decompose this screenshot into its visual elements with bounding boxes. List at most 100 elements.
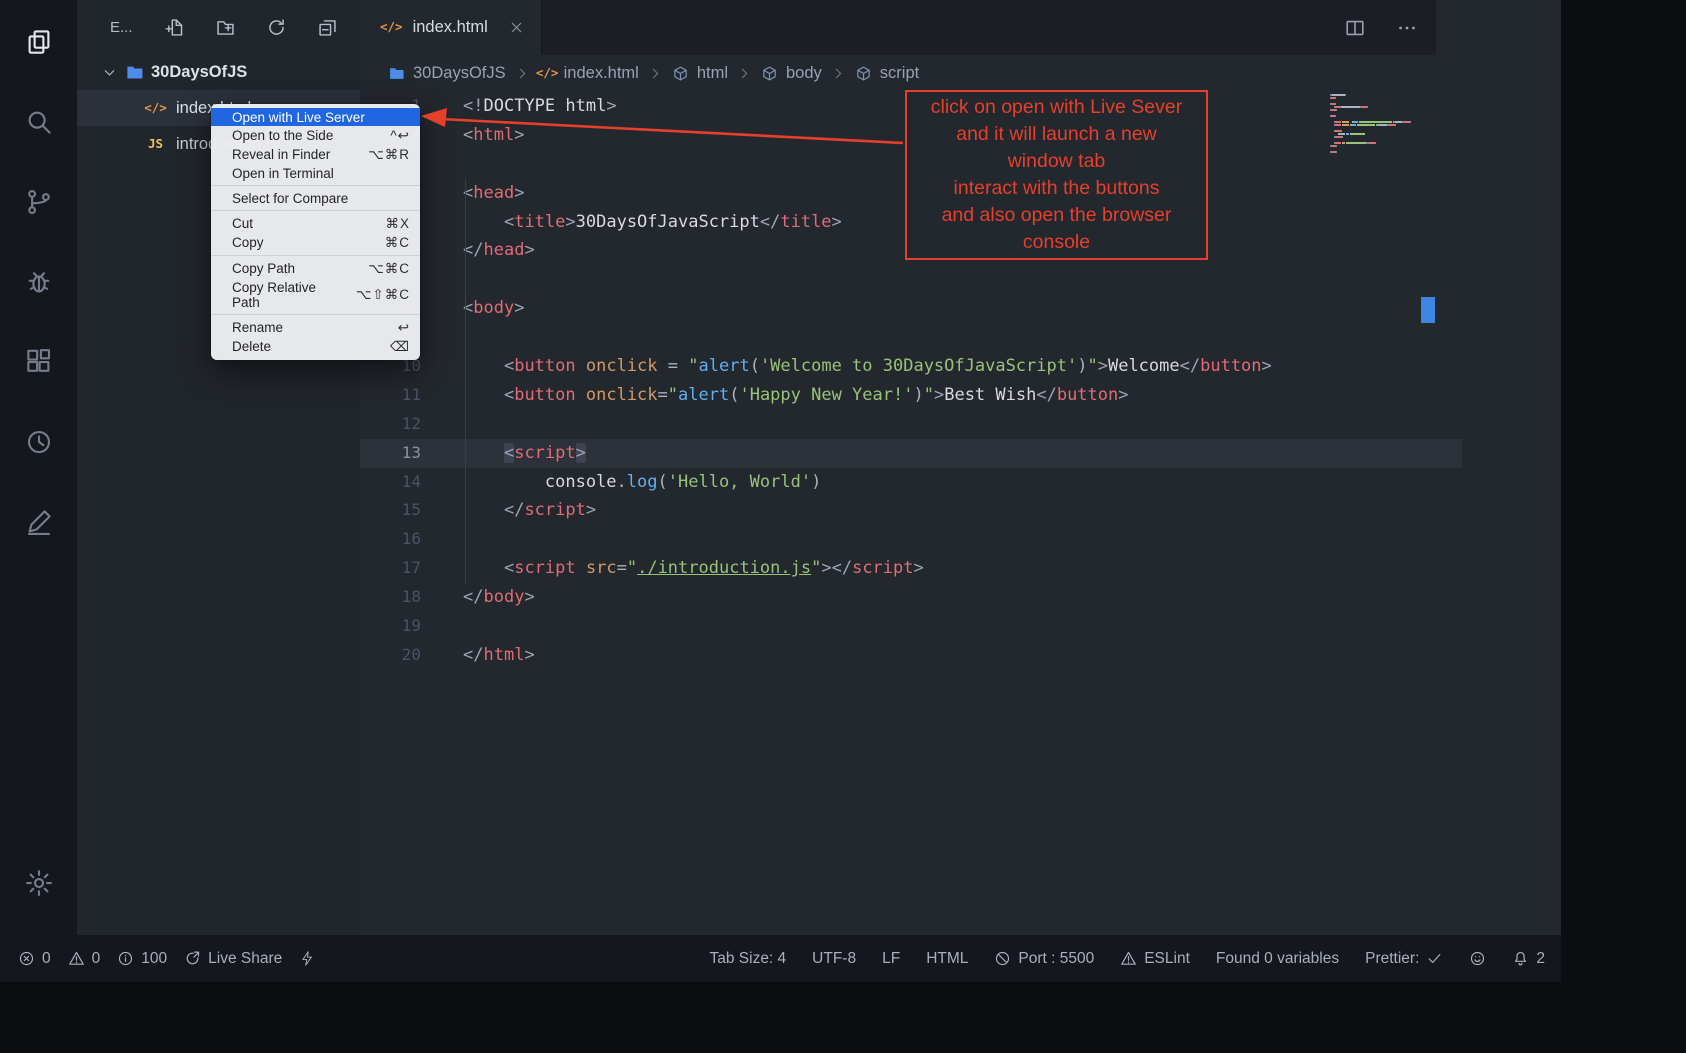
new-folder-button[interactable]	[215, 17, 236, 38]
context-menu: Open with Live ServerOpen to the Side^↩R…	[211, 104, 420, 360]
symbol-cube-icon	[672, 65, 689, 82]
menu-item-rename[interactable]: Rename↩	[211, 318, 420, 337]
menu-item-shortcut: ⌥⇧⌘C	[356, 287, 410, 303]
refresh-button[interactable]	[266, 17, 287, 38]
status-lightning[interactable]	[299, 950, 316, 967]
explorer-title: E...	[110, 19, 133, 36]
status-eslint[interactable]: ESLint	[1120, 950, 1190, 968]
activity-item-source-control[interactable]	[0, 162, 77, 242]
code-line[interactable]: 15 </script>	[360, 496, 1462, 525]
line-number: 13	[360, 439, 421, 468]
breadcrumb-item-index-html[interactable]: </>index.html	[539, 64, 639, 83]
line-number: 16	[360, 525, 421, 554]
code-line[interactable]: 11 <button onclick="alert('Happy New Yea…	[360, 381, 1462, 410]
line-number: 18	[360, 583, 421, 612]
status-label: Tab Size: 4	[709, 950, 786, 968]
chevron-down-icon	[101, 64, 118, 81]
status-utf-8[interactable]: UTF-8	[812, 950, 856, 968]
minimap-line	[1330, 118, 1420, 120]
menu-item-copy-path[interactable]: Copy Path⌥⌘C	[211, 259, 420, 278]
live-share-icon	[184, 950, 201, 967]
code-text: <body>	[463, 294, 524, 323]
status-100[interactable]: 100	[117, 950, 167, 968]
status-live-share[interactable]: Live Share	[184, 950, 282, 968]
collapse-all-button[interactable]	[317, 17, 338, 38]
code-line[interactable]: 12	[360, 410, 1462, 439]
code-text: <title>30DaysOfJavaScript</title>	[463, 208, 842, 237]
code-line[interactable]: 7	[360, 265, 1462, 294]
debug-icon	[24, 267, 54, 297]
annotation-line: and also open the browser	[907, 202, 1206, 229]
menu-item-open-to-the-side[interactable]: Open to the Side^↩	[211, 126, 420, 145]
code-line[interactable]: 19	[360, 612, 1462, 641]
activity-item-history[interactable]	[0, 402, 77, 482]
code-line[interactable]: 9	[360, 323, 1462, 352]
status-smiley[interactable]	[1469, 950, 1486, 967]
line-number: 19	[360, 612, 421, 641]
scrollbar[interactable]	[1420, 92, 1436, 935]
smiley-icon	[1469, 950, 1486, 967]
code-line[interactable]: 14 console.log('Hello, World')	[360, 468, 1462, 497]
status-html[interactable]: HTML	[926, 950, 968, 968]
check-icon	[1426, 950, 1443, 967]
status-2[interactable]: 2	[1512, 950, 1545, 968]
code-editor[interactable]: 1<!DOCTYPE html>2<html>34<head>5 <title>…	[360, 92, 1436, 935]
minimap-line	[1330, 112, 1420, 114]
activity-item-debug[interactable]	[0, 242, 77, 322]
more-icon[interactable]	[1396, 17, 1418, 39]
html-file-icon: </>	[146, 99, 165, 118]
status-bar: 00 100 Live Share Tab Size: 4 UTF-8 LF HTML Po…	[0, 935, 1561, 982]
breadcrumb-item-html[interactable]: html	[672, 64, 728, 83]
status-port-5500[interactable]: Port : 5500	[994, 950, 1094, 968]
minimap[interactable]	[1330, 94, 1420, 937]
menu-item-copy-relative-path[interactable]: Copy Relative Path⌥⇧⌘C	[211, 278, 420, 311]
menu-separator	[211, 314, 420, 315]
menu-item-label: Copy	[232, 235, 264, 250]
new-file-button[interactable]	[164, 17, 185, 38]
status-prettier[interactable]: Prettier:	[1365, 950, 1443, 968]
scrollbar-marker[interactable]	[1421, 297, 1435, 323]
tab-index-html[interactable]: </> index.html	[360, 0, 542, 55]
code-text: <head>	[463, 179, 524, 208]
annotation-lines: click on open with Live Severand it will…	[907, 94, 1206, 256]
menu-item-delete[interactable]: Delete⌫	[211, 337, 420, 356]
minimap-line	[1330, 97, 1420, 99]
code-line[interactable]: 17 <script src="./introduction.js"></scr…	[360, 554, 1462, 583]
activity-item-files[interactable]	[0, 2, 77, 82]
menu-item-cut[interactable]: Cut⌘X	[211, 214, 420, 233]
minimap-line	[1330, 142, 1420, 144]
tree-root-folder[interactable]: 30DaysOfJS	[77, 55, 360, 90]
menu-item-open-with-live-server[interactable]: Open with Live Server	[211, 108, 420, 126]
status-tab-size-4[interactable]: Tab Size: 4	[709, 950, 786, 968]
menu-item-shortcut: ⌫	[390, 339, 410, 355]
status-0[interactable]: 0	[68, 950, 101, 968]
menu-item-select-for-compare[interactable]: Select for Compare	[211, 189, 420, 207]
activity-item-gear[interactable]	[0, 843, 77, 923]
code-line[interactable]: 16	[360, 525, 1462, 554]
chevron-right-icon	[830, 65, 847, 82]
menu-item-reveal-in-finder[interactable]: Reveal in Finder⌥⌘R	[211, 145, 420, 164]
chevron-right-icon	[647, 65, 664, 82]
code-text: <html>	[463, 121, 524, 150]
breadcrumb-item-script[interactable]: script	[855, 64, 919, 83]
status-lf[interactable]: LF	[882, 950, 900, 968]
activity-item-feedback[interactable]	[0, 482, 77, 562]
menu-item-open-in-terminal[interactable]: Open in Terminal	[211, 164, 420, 182]
menu-item-label: Open in Terminal	[232, 166, 334, 181]
code-line[interactable]: 13 <script>	[360, 439, 1462, 468]
status-0[interactable]: 0	[18, 950, 51, 968]
breadcrumb-item-body[interactable]: body	[761, 64, 822, 83]
split-editor-icon[interactable]	[1344, 17, 1366, 39]
breadcrumb-item-30daysofjs[interactable]: 30DaysOfJS	[388, 64, 506, 83]
status-found-0-variables[interactable]: Found 0 variables	[1216, 950, 1339, 968]
menu-item-copy[interactable]: Copy⌘C	[211, 233, 420, 252]
code-line[interactable]: 8<body>	[360, 294, 1462, 323]
code-line[interactable]: 10 <button onclick = "alert('Welcome to …	[360, 352, 1462, 381]
code-text: <button onclick = "alert('Welcome to 30D…	[463, 352, 1272, 381]
code-line[interactable]: 20</html>	[360, 641, 1462, 670]
editor-pane: </> index.html 30DaysOfJS </>index.html ht…	[360, 0, 1436, 935]
close-icon[interactable]	[508, 19, 525, 36]
code-line[interactable]: 18</body>	[360, 583, 1462, 612]
activity-item-search[interactable]	[0, 82, 77, 162]
activity-item-extensions[interactable]	[0, 322, 77, 402]
